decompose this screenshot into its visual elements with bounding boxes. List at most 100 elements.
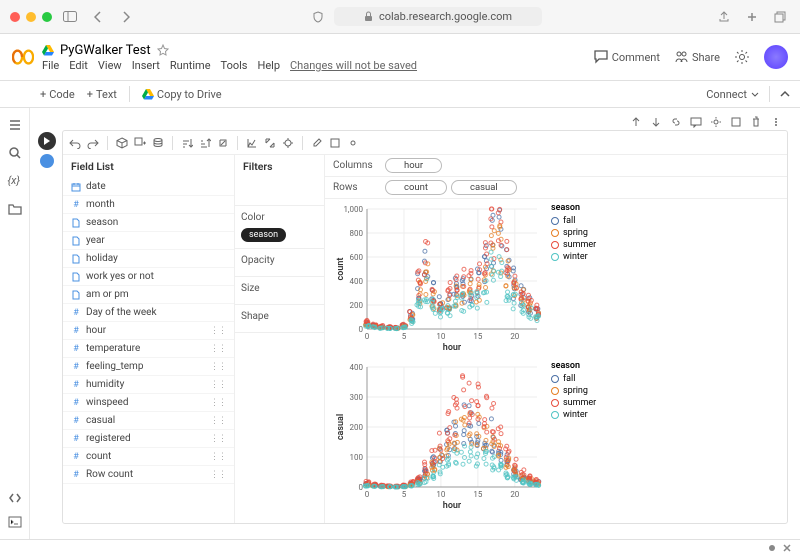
- window-close[interactable]: [10, 12, 20, 22]
- more-icon[interactable]: [770, 116, 782, 128]
- share-button[interactable]: Share: [674, 50, 720, 64]
- settings-cell-icon[interactable]: [710, 116, 722, 128]
- forward-button[interactable]: [116, 9, 136, 25]
- drag-handle-icon[interactable]: ⋮⋮: [210, 362, 226, 372]
- shelf-pill[interactable]: count: [385, 180, 447, 195]
- shape-shelf[interactable]: Shape: [235, 305, 324, 333]
- config-icon[interactable]: [347, 137, 359, 149]
- document-title[interactable]: PyGWalker Test: [60, 43, 151, 58]
- terminal-icon[interactable]: [8, 515, 22, 529]
- field-item[interactable]: am or pm: [63, 286, 234, 304]
- files-icon[interactable]: [8, 202, 22, 216]
- export-icon[interactable]: [329, 137, 341, 149]
- colab-logo[interactable]: [12, 46, 34, 68]
- chart: 02004006008001,00005101520hourcount: [333, 203, 543, 353]
- changes-status[interactable]: Changes will not be saved: [290, 59, 417, 72]
- debug-icon[interactable]: [282, 137, 294, 149]
- axes-icon[interactable]: [246, 137, 258, 149]
- field-item[interactable]: #month: [63, 196, 234, 214]
- drag-handle-icon[interactable]: ⋮⋮: [210, 326, 226, 336]
- brush-icon[interactable]: [311, 137, 323, 149]
- address-bar[interactable]: colab.research.google.com: [334, 7, 542, 26]
- new-tab-icon[interactable]: [742, 9, 762, 25]
- color-pill[interactable]: season: [241, 228, 286, 242]
- field-item[interactable]: work yes or not: [63, 268, 234, 286]
- drag-handle-icon[interactable]: ⋮⋮: [210, 470, 226, 480]
- legend-item: fall: [551, 374, 596, 384]
- mirror-icon[interactable]: [730, 116, 742, 128]
- menu-tools[interactable]: Tools: [221, 59, 248, 72]
- field-item[interactable]: season: [63, 214, 234, 232]
- back-button[interactable]: [88, 9, 108, 25]
- field-item[interactable]: #casual⋮⋮: [63, 412, 234, 430]
- comment-button[interactable]: Comment: [594, 50, 660, 64]
- comment-cell-icon[interactable]: [690, 116, 702, 128]
- shelf-pill[interactable]: hour: [385, 158, 442, 173]
- window-maximize[interactable]: [42, 12, 52, 22]
- menu-help[interactable]: Help: [257, 59, 280, 72]
- move-up-icon[interactable]: [630, 116, 642, 128]
- stack-icon[interactable]: [152, 137, 164, 149]
- share-icon[interactable]: [714, 9, 734, 25]
- field-item[interactable]: #Day of the week: [63, 304, 234, 322]
- add-code-button[interactable]: + Code: [40, 88, 75, 101]
- drag-handle-icon[interactable]: ⋮⋮: [210, 416, 226, 426]
- move-down-icon[interactable]: [650, 116, 662, 128]
- variables-icon[interactable]: {x}: [8, 174, 22, 188]
- code-snippets-icon[interactable]: [8, 491, 22, 505]
- add-chart-icon[interactable]: [134, 137, 146, 149]
- field-item[interactable]: #feeling_temp⋮⋮: [63, 358, 234, 376]
- color-shelf[interactable]: Color season: [235, 206, 324, 249]
- drag-handle-icon[interactable]: ⋮⋮: [210, 344, 226, 354]
- redo-icon[interactable]: [87, 137, 99, 149]
- star-icon[interactable]: [157, 44, 169, 56]
- columns-shelf[interactable]: Columns hour: [325, 155, 787, 177]
- sort-asc-icon[interactable]: [181, 137, 193, 149]
- toc-icon[interactable]: [8, 118, 22, 132]
- delete-cell-icon[interactable]: [750, 116, 762, 128]
- opacity-shelf[interactable]: Opacity: [235, 249, 324, 277]
- search-rail-icon[interactable]: [8, 146, 22, 160]
- run-cell-button[interactable]: [38, 132, 56, 150]
- drag-handle-icon[interactable]: ⋮⋮: [210, 380, 226, 390]
- drag-handle-icon[interactable]: ⋮⋮: [210, 398, 226, 408]
- filters-drop-zone[interactable]: [235, 178, 324, 206]
- collapse-icon[interactable]: [780, 88, 790, 100]
- field-item[interactable]: year: [63, 232, 234, 250]
- field-item[interactable]: holiday: [63, 250, 234, 268]
- menu-edit[interactable]: Edit: [69, 59, 88, 72]
- rows-shelf[interactable]: Rows countcasual: [325, 177, 787, 199]
- field-item[interactable]: #count⋮⋮: [63, 448, 234, 466]
- close-footer-icon[interactable]: [782, 543, 792, 553]
- menu-file[interactable]: File: [42, 59, 59, 72]
- add-text-button[interactable]: + Text: [87, 88, 117, 101]
- cube-icon[interactable]: [116, 137, 128, 149]
- user-avatar[interactable]: [764, 45, 788, 69]
- shield-icon[interactable]: [308, 9, 328, 25]
- field-item[interactable]: #temperature⋮⋮: [63, 340, 234, 358]
- field-item[interactable]: #Row count⋮⋮: [63, 466, 234, 484]
- connect-button[interactable]: Connect: [706, 88, 759, 101]
- menu-view[interactable]: View: [98, 59, 122, 72]
- menu-insert[interactable]: Insert: [132, 59, 160, 72]
- field-item[interactable]: date: [63, 178, 234, 196]
- window-minimize[interactable]: [26, 12, 36, 22]
- menu-runtime[interactable]: Runtime: [170, 59, 211, 72]
- field-item[interactable]: #registered⋮⋮: [63, 430, 234, 448]
- link-icon[interactable]: [670, 116, 682, 128]
- shelf-pill[interactable]: casual: [451, 180, 517, 195]
- sort-desc-icon[interactable]: [199, 137, 211, 149]
- resize-icon[interactable]: [264, 137, 276, 149]
- drag-handle-icon[interactable]: ⋮⋮: [210, 434, 226, 444]
- field-item[interactable]: #humidity⋮⋮: [63, 376, 234, 394]
- copy-to-drive-button[interactable]: Copy to Drive: [142, 88, 222, 101]
- tabs-icon[interactable]: [770, 9, 790, 25]
- sidebar-toggle-icon[interactable]: [60, 9, 80, 25]
- settings-icon[interactable]: [734, 49, 750, 65]
- transpose-icon[interactable]: [217, 137, 229, 149]
- field-item[interactable]: #winspeed⋮⋮: [63, 394, 234, 412]
- field-item[interactable]: #hour⋮⋮: [63, 322, 234, 340]
- size-shelf[interactable]: Size: [235, 277, 324, 305]
- drag-handle-icon[interactable]: ⋮⋮: [210, 452, 226, 462]
- undo-icon[interactable]: [69, 137, 81, 149]
